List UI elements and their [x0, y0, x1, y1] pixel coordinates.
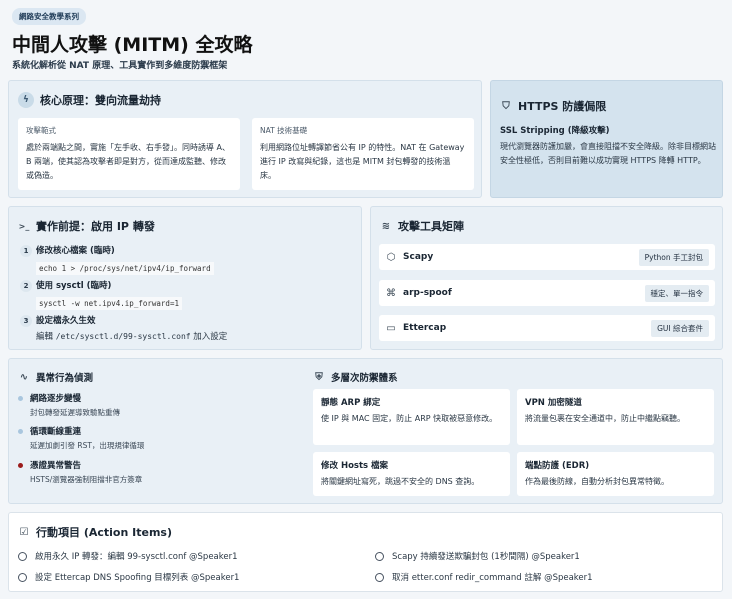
- pulse-icon: ∿: [19, 371, 29, 383]
- action-items-card: ☑ 行動項目 (Action Items) 啟用永久 IP 轉發：編輯 99-s…: [8, 512, 723, 592]
- defense-item-title: 修改 Hosts 檔案: [321, 461, 389, 471]
- defense-title: 多層次防禦體系: [331, 373, 398, 384]
- step-code: echo 1 > /proc/sys/net/ipv4/ip_forward: [36, 262, 214, 275]
- defense-item: 修改 Hosts 檔案 將關鍵網址寫死，跳過不安全的 DNS 查詢。: [313, 452, 510, 496]
- detection-item-title: 網路逐步變慢: [30, 394, 82, 404]
- tool-row-scapy: ⬡ Scapy Python 手工封包: [379, 244, 715, 270]
- nat-basics-label: NAT 技術基礎: [260, 126, 308, 135]
- step-title: 設定檔永久生效: [36, 316, 96, 326]
- lightning-icon: ϟ: [18, 92, 34, 108]
- action-checkbox[interactable]: [375, 551, 384, 561]
- status-dot: [18, 429, 23, 434]
- step-title: 修改核心檔案 (臨時): [36, 246, 115, 256]
- defense-item: 靜態 ARP 綁定 使 IP 與 MAC 固定，防止 ARP 快取被惡意修改。: [313, 389, 510, 445]
- detection-item-text: 封包轉發延遲導致驗點重傳: [30, 408, 120, 417]
- command-icon: ⌘: [386, 287, 396, 299]
- detection-item: 循環斷線重連 延遲加劇引發 RST，出現規律循環: [18, 425, 144, 451]
- defense-item: 端點防護 (EDR) 作為最後防線，自動分析封包異常特徵。: [517, 452, 714, 496]
- action-item-text: Scapy 持續發送欺騙封包 (1秒間隔) @Speaker1: [392, 552, 580, 562]
- principle-card: ϟ 核心原理：雙向流量劫持 攻擊範式 處於兩端點之間，實施「左手收、右手發」。同…: [8, 80, 482, 198]
- detection-item: 憑證異常警告 HSTS/瀏覽器強制阻擋非官方簽章: [18, 459, 142, 485]
- defense-item-text: 將關鍵網址寫死，跳過不安全的 DNS 查詢。: [321, 477, 480, 486]
- defense-item: VPN 加密隧道 將流量包裹在安全通道中，防止中繼點竊聽。: [517, 389, 714, 445]
- step-text-prefix: 編輯: [36, 332, 54, 342]
- defense-item-text: 作為最後防線，自動分析封包異常特徵。: [525, 477, 669, 486]
- action-item[interactable]: 設定 Ettercap DNS Spoofing 目標列表 @Speaker1: [18, 571, 239, 583]
- action-item-text: 設定 Ettercap DNS Spoofing 目標列表 @Speaker1: [35, 573, 240, 583]
- actions-title: 行動項目 (Action Items): [36, 526, 172, 539]
- shield-check-icon: ⛨: [315, 371, 323, 383]
- defense-item-title: 靜態 ARP 綁定: [321, 398, 381, 408]
- defense-item-text: 將流量包裹在安全通道中，防止中繼點竊聽。: [525, 414, 685, 423]
- layers-icon: ≋: [381, 220, 391, 232]
- detection-title: 異常行為偵測: [36, 373, 94, 384]
- step-title: 使用 sysctl (臨時): [36, 281, 112, 291]
- detection-item-title: 憑證異常警告: [30, 461, 82, 471]
- nat-basics-text: 利用網路位址轉譯節省公有 IP 的特性。NAT 在 Gateway 進行 IP …: [260, 143, 465, 180]
- nat-basics-box: NAT 技術基礎 利用網路位址轉譯節省公有 IP 的特性。NAT 在 Gatew…: [252, 118, 474, 190]
- tool-badge: 穩定、單一指令: [644, 284, 709, 302]
- step-number: 2: [20, 280, 32, 292]
- series-tag: 網路安全教學系列: [12, 8, 86, 25]
- step-text: 編輯 /etc/sysctl.d/99-sysctl.conf 加入設定: [36, 330, 350, 342]
- action-checkbox[interactable]: [18, 551, 27, 561]
- tool-row-ettercap: ▭ Ettercap GUI 綜合套件: [379, 315, 715, 341]
- step-text-suffix: 加入設定: [193, 332, 228, 342]
- tools-title: 攻擊工具矩陣: [398, 220, 464, 233]
- principle-title: 核心原理：雙向流量劫持: [40, 94, 161, 107]
- action-item-text: 啟用永久 IP 轉發：編輯 99-sysctl.conf @Speaker1: [35, 552, 238, 562]
- detection-item-text: HSTS/瀏覽器強制阻擋非官方簽章: [30, 475, 143, 484]
- attack-paradigm-label: 攻擊範式: [26, 126, 56, 135]
- terminal-icon: >_: [18, 221, 30, 231]
- step-number: 3: [20, 315, 32, 327]
- action-item-text: 取消 etter.conf redir_command 註解 @Speaker1: [392, 573, 593, 583]
- tool-name: arp-spoof: [403, 288, 452, 298]
- detection-defense-card: ∿ 異常行為偵測 網路逐步變慢 封包轉發延遲導致驗點重傳 循環斷線重連 延遲加劇…: [8, 358, 723, 504]
- page-subtitle: 系統化解析從 NAT 原理、工具實作到多維度防禦框架: [12, 61, 228, 71]
- attack-paradigm-box: 攻擊範式 處於兩端點之間，實施「左手收、右手發」。同時誘導 A、B 兩端，使其認…: [18, 118, 240, 190]
- cube-icon: ⬡: [386, 251, 396, 263]
- step-number: 1: [20, 245, 32, 257]
- tool-badge: Python 手工封包: [638, 248, 709, 266]
- https-text: 現代瀏覽器防護加嚴，會直接阻擋不安全降級。除非目標網站安全性極低，否則目前難以成…: [500, 142, 716, 165]
- status-dot: [18, 396, 23, 401]
- defense-item-text: 使 IP 與 MAC 固定，防止 ARP 快取被惡意修改。: [321, 414, 498, 423]
- action-checkbox[interactable]: [18, 572, 27, 582]
- tool-badge: GUI 綜合套件: [651, 319, 709, 337]
- action-item[interactable]: Scapy 持續發送欺騙封包 (1秒間隔) @Speaker1: [375, 550, 580, 562]
- https-title: HTTPS 防護侷限: [518, 100, 607, 113]
- tool-row-arp-spoof: ⌘ arp-spoof 穩定、單一指令: [379, 280, 715, 306]
- step-path: /etc/sysctl.d/99-sysctl.conf: [55, 332, 191, 341]
- step-code: sysctl -w net.ipv4.ip_forward=1: [36, 297, 182, 310]
- monitor-icon: ▭: [386, 322, 396, 334]
- defense-item-title: VPN 加密隧道: [525, 398, 582, 408]
- detection-item-text: 延遲加劇引發 RST，出現規律循環: [30, 441, 145, 450]
- step-2: 2 使用 sysctl (臨時) sysctl -w net.ipv4.ip_f…: [20, 279, 350, 310]
- tool-name: Ettercap: [403, 323, 447, 333]
- tools-card: ≋ 攻擊工具矩陣 ⬡ Scapy Python 手工封包 ⌘ arp-spoof…: [370, 206, 723, 350]
- https-card: ⛉ HTTPS 防護侷限 SSL Stripping (降級攻擊) 現代瀏覽器防…: [490, 80, 723, 198]
- tool-name: Scapy: [403, 252, 434, 262]
- checkbox-icon: ☑: [19, 526, 29, 538]
- defense-item-title: 端點防護 (EDR): [525, 461, 590, 471]
- status-dot: [18, 463, 23, 468]
- detection-item: 網路逐步變慢 封包轉發延遲導致驗點重傳: [18, 392, 120, 418]
- detection-item-title: 循環斷線重連: [30, 427, 82, 437]
- prereq-card: >_ 實作前提：啟用 IP 轉發 1 修改核心檔案 (臨時) echo 1 > …: [8, 206, 362, 350]
- https-subtitle: SSL Stripping (降級攻擊): [500, 126, 610, 136]
- action-item[interactable]: 取消 etter.conf redir_command 註解 @Speaker1: [375, 571, 593, 583]
- step-1: 1 修改核心檔案 (臨時) echo 1 > /proc/sys/net/ipv…: [20, 244, 350, 275]
- page-title: 中間人攻擊 (MITM) 全攻略: [12, 34, 253, 56]
- prereq-title: 實作前提：啟用 IP 轉發: [36, 220, 155, 233]
- action-item[interactable]: 啟用永久 IP 轉發：編輯 99-sysctl.conf @Speaker1: [18, 550, 238, 562]
- attack-paradigm-text: 處於兩端點之間，實施「左手收、右手發」。同時誘導 A、B 兩端，使其認為攻擊者即…: [26, 143, 231, 180]
- action-checkbox[interactable]: [375, 572, 384, 582]
- step-3: 3 設定檔永久生效 編輯 /etc/sysctl.d/99-sysctl.con…: [20, 314, 350, 342]
- shield-icon: ⛉: [502, 100, 510, 112]
